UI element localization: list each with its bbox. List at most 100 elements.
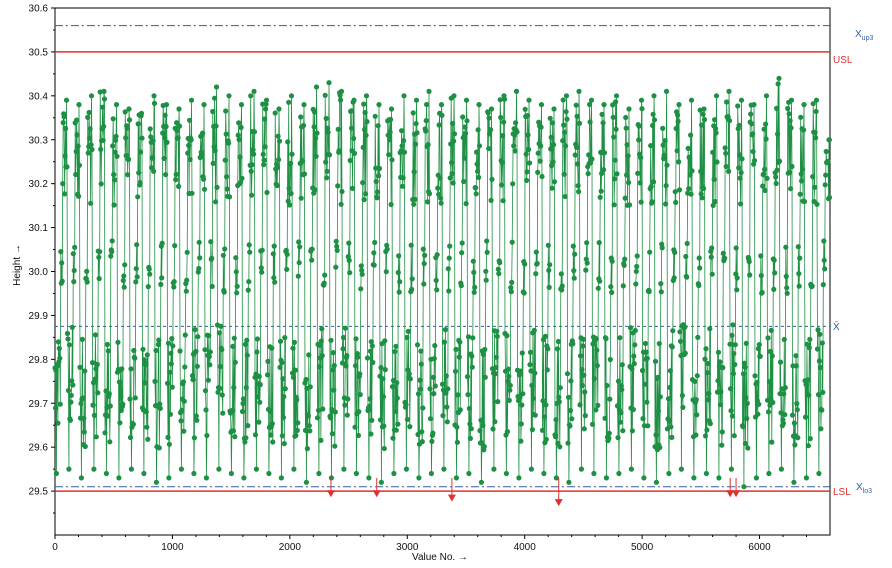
data-point xyxy=(346,257,352,263)
data-point xyxy=(193,348,199,355)
data-point xyxy=(268,432,274,438)
data-point xyxy=(546,284,552,290)
data-point xyxy=(717,359,723,365)
data-point xyxy=(796,283,802,289)
data-point xyxy=(171,279,177,285)
data-point xyxy=(151,93,157,99)
data-point xyxy=(457,407,463,413)
data-point xyxy=(190,377,196,383)
data-point xyxy=(547,262,553,268)
data-point xyxy=(434,252,440,258)
data-point xyxy=(676,102,682,108)
data-point xyxy=(364,355,371,361)
data-point xyxy=(714,159,720,165)
data-point xyxy=(373,178,379,185)
data-point xyxy=(781,391,787,397)
data-point xyxy=(261,162,267,168)
data-point xyxy=(642,340,649,347)
data-point xyxy=(446,288,452,294)
data-point xyxy=(810,174,816,180)
data-point xyxy=(120,277,126,284)
data-point xyxy=(657,444,663,451)
data-point xyxy=(269,421,275,427)
data-point xyxy=(815,327,821,333)
data-point xyxy=(647,249,653,255)
data-point xyxy=(717,402,724,408)
data-point xyxy=(363,132,369,138)
data-point xyxy=(78,475,84,481)
x-tick-label: 5000 xyxy=(631,542,654,553)
data-point xyxy=(789,163,795,170)
data-point xyxy=(151,100,158,106)
data-point xyxy=(158,281,164,287)
data-point xyxy=(727,341,733,347)
data-point xyxy=(401,93,407,99)
data-point xyxy=(508,289,514,295)
data-point xyxy=(206,354,212,360)
data-point xyxy=(357,392,363,398)
data-point xyxy=(252,432,259,438)
data-point xyxy=(85,114,91,120)
data-point xyxy=(526,160,533,166)
y-tick-label: 30.4 xyxy=(29,91,49,102)
data-point xyxy=(389,157,395,163)
data-point xyxy=(430,430,436,436)
data-point xyxy=(454,424,460,430)
data-point xyxy=(481,443,487,450)
data-point xyxy=(774,167,780,173)
data-point xyxy=(319,326,325,332)
data-point xyxy=(765,335,771,341)
data-point xyxy=(376,102,382,108)
data-point xyxy=(176,123,183,129)
data-point xyxy=(817,331,823,337)
data-point xyxy=(550,120,556,126)
data-point xyxy=(400,183,406,189)
data-point xyxy=(183,288,189,294)
data-point xyxy=(459,240,465,246)
data-point xyxy=(399,128,405,134)
data-point xyxy=(535,169,541,175)
data-point xyxy=(763,136,769,142)
data-point xyxy=(191,435,197,441)
data-point xyxy=(356,409,362,415)
data-point xyxy=(764,175,770,181)
data-point xyxy=(538,124,544,130)
data-point xyxy=(735,103,741,109)
data-point xyxy=(57,355,63,361)
data-point xyxy=(538,102,545,108)
data-point xyxy=(226,194,233,200)
data-point xyxy=(685,145,691,151)
data-point xyxy=(514,129,520,135)
data-point xyxy=(156,337,162,343)
data-point xyxy=(503,470,509,477)
data-point xyxy=(495,266,501,272)
data-point xyxy=(419,439,425,445)
data-point xyxy=(658,289,664,295)
data-point xyxy=(159,240,165,246)
data-point xyxy=(418,361,424,367)
data-point xyxy=(101,96,108,102)
data-point xyxy=(423,118,429,124)
data-point xyxy=(178,418,184,424)
data-point xyxy=(386,152,392,158)
data-point xyxy=(783,273,789,279)
data-point xyxy=(387,137,393,143)
data-point xyxy=(277,364,283,370)
data-point xyxy=(416,475,422,481)
data-point xyxy=(223,131,229,137)
data-point xyxy=(607,356,613,363)
data-point xyxy=(476,174,482,180)
data-point xyxy=(102,430,108,436)
data-point xyxy=(63,125,69,132)
data-point xyxy=(471,289,477,295)
y-tick-label: 29.8 xyxy=(29,355,49,366)
data-point xyxy=(168,361,174,367)
data-point xyxy=(298,195,304,201)
data-point xyxy=(576,120,583,126)
data-point xyxy=(338,88,345,94)
y-tick-label: 30.3 xyxy=(29,135,49,146)
data-point xyxy=(631,353,637,359)
data-point xyxy=(632,342,638,348)
data-point xyxy=(251,129,258,135)
data-point xyxy=(712,198,718,205)
